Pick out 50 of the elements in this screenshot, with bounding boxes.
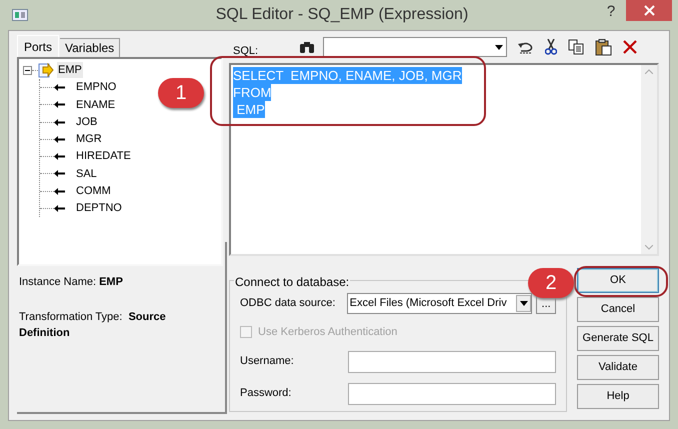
arrow-left-icon xyxy=(54,101,65,108)
field-label: Username: xyxy=(240,354,295,370)
arrow-left-icon xyxy=(54,153,65,160)
arrow-left-icon xyxy=(54,204,65,212)
arrow-left-icon xyxy=(54,118,65,126)
tree-item[interactable]: EMPNO xyxy=(76,79,116,96)
transformation-type-text: Transformation Type: Source Definition xyxy=(19,310,167,341)
tree-item[interactable]: HIREDATE xyxy=(76,148,131,165)
checkbox-label: Use Kerberos Authentication xyxy=(258,325,398,340)
tree-item[interactable]: JOB xyxy=(76,114,98,130)
dialog-button[interactable]: Validate xyxy=(577,355,659,380)
odbc-dropdown[interactable]: Excel Files (Microsoft Excel Driv xyxy=(346,293,532,314)
sql-label: SQL: xyxy=(233,44,260,58)
tree-item[interactable]: MGR xyxy=(76,131,102,148)
password-field[interactable] xyxy=(348,382,556,404)
help-button[interactable]: ? xyxy=(596,1,626,21)
find-combobox[interactable] xyxy=(323,37,507,57)
dialog-button[interactable]: Generate SQL xyxy=(577,326,659,351)
dropdown-arrow-icon[interactable] xyxy=(520,301,528,306)
binoculars-icon[interactable] xyxy=(299,40,315,54)
dropdown-arrow-icon[interactable] xyxy=(495,44,503,50)
dialog-button[interactable]: Cancel xyxy=(577,297,659,322)
tab[interactable]: Ports xyxy=(17,35,60,57)
dialog-button[interactable]: OK xyxy=(577,268,659,293)
odbc-label: ODBC data source: xyxy=(240,296,336,312)
scissors-icon[interactable] xyxy=(545,39,557,55)
tree-item[interactable]: ENAME xyxy=(76,96,116,114)
dialog-button[interactable]: Help xyxy=(577,384,659,409)
close-button[interactable] xyxy=(626,0,672,21)
tree-item[interactable]: SAL xyxy=(76,166,97,182)
instance-name-text: Instance Name: EMP xyxy=(19,275,124,290)
field-label: Password: xyxy=(240,386,292,402)
tree-item[interactable]: COMM xyxy=(76,182,111,200)
collapse-icon[interactable] xyxy=(23,66,32,74)
arrow-left-icon xyxy=(54,84,65,91)
copy-icon[interactable] xyxy=(568,39,584,55)
username-field[interactable] xyxy=(348,350,556,372)
arrow-left-icon xyxy=(54,188,65,195)
undo-icon[interactable] xyxy=(517,40,534,54)
tree-item[interactable]: EMP xyxy=(57,62,83,78)
arrow-left-icon xyxy=(54,136,65,143)
tab[interactable]: Variables xyxy=(60,38,120,57)
app-icon xyxy=(12,9,28,21)
window-title: SQL Editor - SQ_EMP (Expression) xyxy=(214,5,470,25)
paste-icon[interactable] xyxy=(595,38,612,56)
close-icon xyxy=(644,5,654,16)
table-arrow-icon xyxy=(38,62,54,78)
arrow-left-icon xyxy=(54,170,65,178)
delete-icon[interactable] xyxy=(623,40,637,54)
tree-item[interactable]: DEPTNO xyxy=(76,200,122,217)
